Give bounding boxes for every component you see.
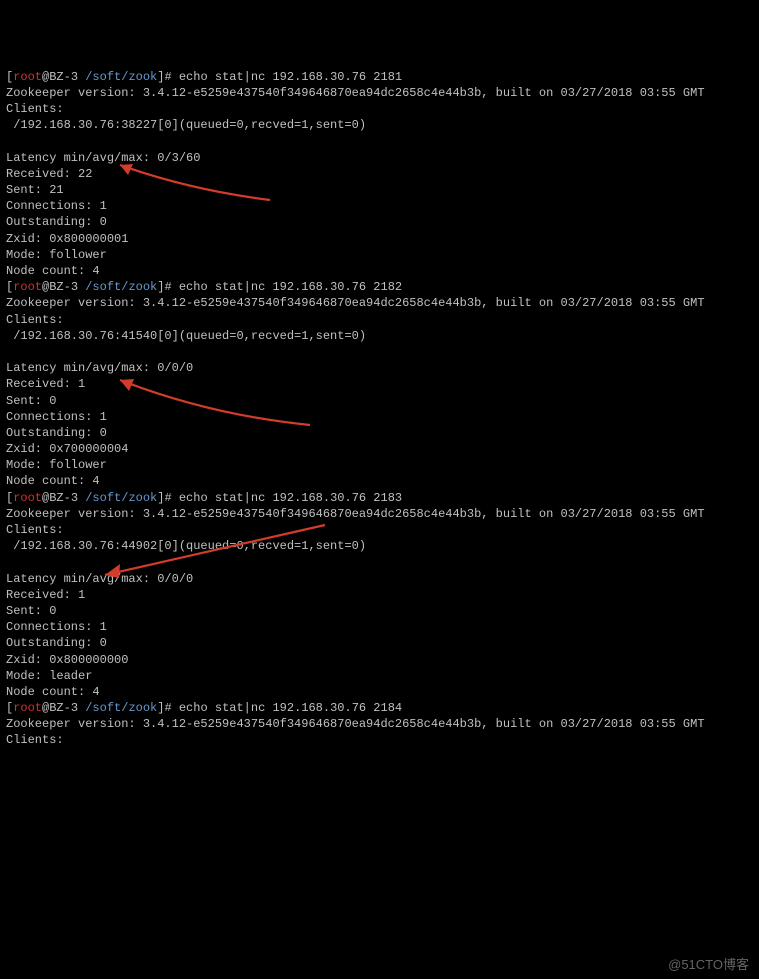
blank-line (6, 554, 753, 570)
mode-line: Mode: follower (6, 457, 753, 473)
outstanding-line: Outstanding: 0 (6, 214, 753, 230)
latency-line: Latency min/avg/max: 0/3/60 (6, 150, 753, 166)
mode-line: Mode: leader (6, 668, 753, 684)
version-line: Zookeeper version: 3.4.12-e5259e437540f3… (6, 85, 753, 101)
nodecount-line: Node count: 4 (6, 473, 753, 489)
sent-line: Sent: 0 (6, 393, 753, 409)
connections-line: Connections: 1 (6, 409, 753, 425)
command-text: echo stat|nc 192.168.30.76 2182 (179, 280, 402, 294)
command-text: echo stat|nc 192.168.30.76 2184 (179, 701, 402, 715)
blank-line (6, 134, 753, 150)
outstanding-line: Outstanding: 0 (6, 425, 753, 441)
zxid-line: Zxid: 0x700000004 (6, 441, 753, 457)
zxid-line: Zxid: 0x800000000 (6, 652, 753, 668)
blank-line (6, 344, 753, 360)
sent-line: Sent: 0 (6, 603, 753, 619)
prompt-line[interactable]: [root@BZ-3 /soft/zook]# echo stat|nc 192… (6, 700, 753, 716)
version-line: Zookeeper version: 3.4.12-e5259e437540f3… (6, 506, 753, 522)
outstanding-line: Outstanding: 0 (6, 635, 753, 651)
nodecount-line: Node count: 4 (6, 684, 753, 700)
clients-header: Clients: (6, 522, 753, 538)
prompt-line[interactable]: [root@BZ-3 /soft/zook]# echo stat|nc 192… (6, 490, 753, 506)
terminal-output: [root@BZ-3 /soft/zook]# echo stat|nc 192… (6, 69, 753, 749)
watermark-text: @51CTO博客 (668, 956, 749, 974)
command-text: echo stat|nc 192.168.30.76 2183 (179, 491, 402, 505)
latency-line: Latency min/avg/max: 0/0/0 (6, 571, 753, 587)
prompt-line[interactable]: [root@BZ-3 /soft/zook]# echo stat|nc 192… (6, 279, 753, 295)
received-line: Received: 1 (6, 376, 753, 392)
clients-header: Clients: (6, 101, 753, 117)
client-entry: /192.168.30.76:41540[0](queued=0,recved=… (6, 328, 753, 344)
command-text: echo stat|nc 192.168.30.76 2181 (179, 70, 402, 84)
received-line: Received: 22 (6, 166, 753, 182)
received-line: Received: 1 (6, 587, 753, 603)
client-entry: /192.168.30.76:38227[0](queued=0,recved=… (6, 117, 753, 133)
client-entry: /192.168.30.76:44902[0](queued=0,recved=… (6, 538, 753, 554)
version-line: Zookeeper version: 3.4.12-e5259e437540f3… (6, 295, 753, 311)
version-line: Zookeeper version: 3.4.12-e5259e437540f3… (6, 716, 753, 732)
connections-line: Connections: 1 (6, 619, 753, 635)
mode-line: Mode: follower (6, 247, 753, 263)
clients-header: Clients: (6, 732, 753, 748)
zxid-line: Zxid: 0x800000001 (6, 231, 753, 247)
clients-header: Clients: (6, 312, 753, 328)
prompt-line[interactable]: [root@BZ-3 /soft/zook]# echo stat|nc 192… (6, 69, 753, 85)
sent-line: Sent: 21 (6, 182, 753, 198)
latency-line: Latency min/avg/max: 0/0/0 (6, 360, 753, 376)
connections-line: Connections: 1 (6, 198, 753, 214)
nodecount-line: Node count: 4 (6, 263, 753, 279)
